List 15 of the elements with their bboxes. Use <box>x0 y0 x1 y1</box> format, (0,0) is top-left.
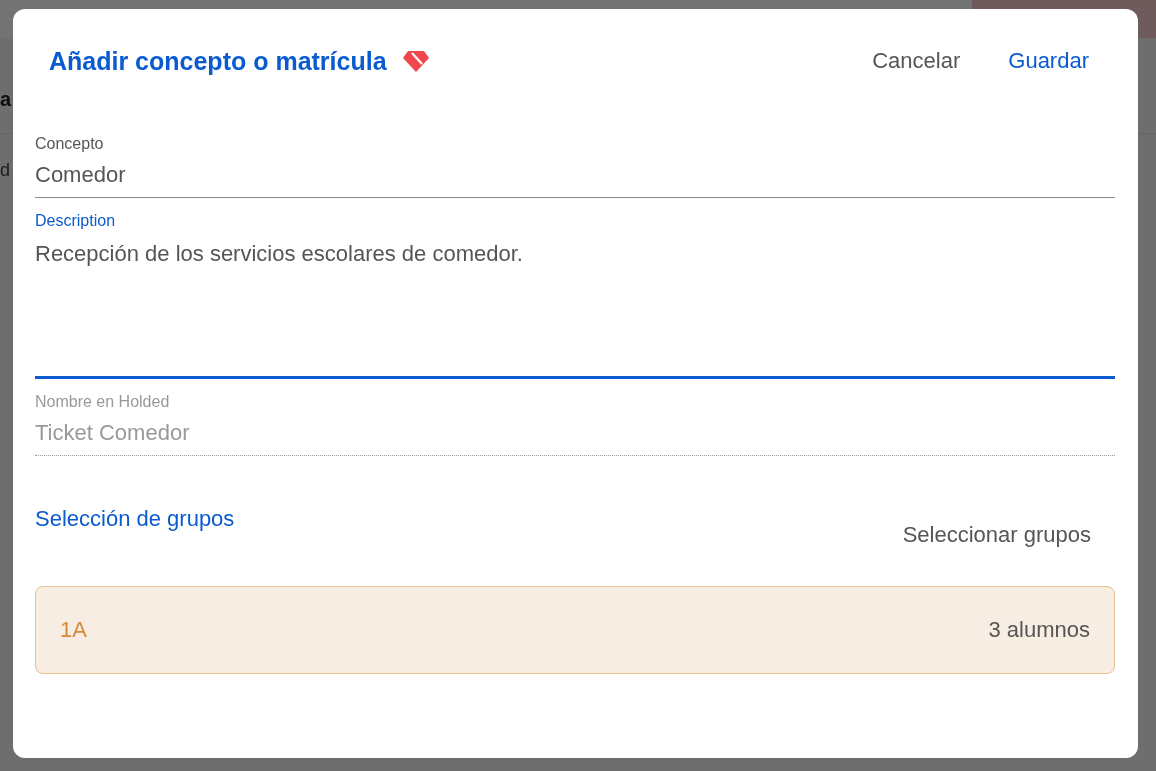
group-name: 1A <box>60 617 87 643</box>
section-title: Selección de grupos <box>35 506 235 532</box>
field-label: Nombre en Holded <box>35 393 170 411</box>
page-heading: a <box>0 88 12 111</box>
student-count: 3 alumnos <box>988 617 1090 643</box>
field-label: Description <box>35 212 116 230</box>
text-area[interactable]: Recepción de los servicios escolares de comedor. <box>35 230 1115 379</box>
page-text: d <box>0 160 10 181</box>
select-groups-button[interactable]: Seleccionar grupos <box>902 522 1091 548</box>
dialog-title: Añadir concepto o matrícula <box>49 46 387 76</box>
gem-icon <box>402 50 429 72</box>
field-label: Concepto <box>35 135 104 153</box>
save-button[interactable]: Guardar <box>1008 48 1089 74</box>
cancel-button[interactable]: Cancelar <box>872 48 961 74</box>
input-field[interactable]: Comedor <box>35 153 1115 198</box>
